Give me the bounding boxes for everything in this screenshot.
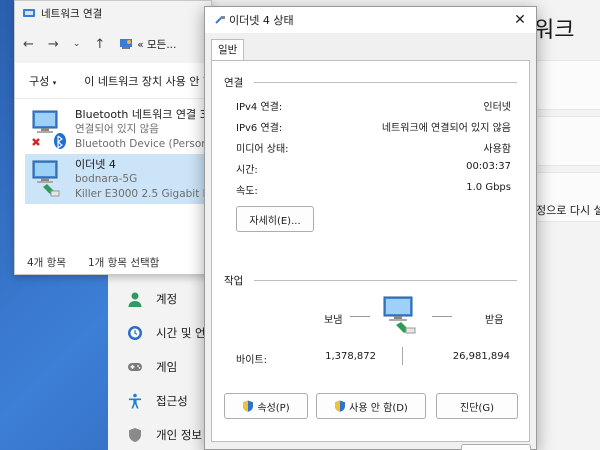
sent-line <box>350 316 370 317</box>
ipv6-label: IPv6 연결: <box>236 123 283 134</box>
nav-item-label: 접근성 <box>156 394 188 408</box>
bytes-sent: 1,378,872 <box>325 351 376 362</box>
duration-label: 시간: <box>236 165 258 176</box>
close-button[interactable] <box>461 444 531 450</box>
uac-shield-icon <box>243 400 254 412</box>
list-item[interactable]: 이더넷 4 bodnara-5G Killer E3000 2.5 Gigabi… <box>25 154 211 204</box>
speed-value: 1.0 Gbps <box>466 182 511 193</box>
control-panel-icon <box>120 39 133 49</box>
nav-item-accessibility[interactable]: 접근성 <box>108 384 208 418</box>
ipv4-row: IPv4 연결: 인터넷 <box>236 98 511 113</box>
explorer-title: 네트워크 연결 <box>41 7 103 20</box>
nav-item-privacy[interactable]: 개인 정보 <box>108 418 208 450</box>
connection-status: 연결되어 있지 않음 <box>75 123 159 135</box>
speed-row: 속도: 1.0 Gbps <box>236 182 511 197</box>
connection-list: Bluetooth 네트워크 연결 3 연결되어 있지 않음 Bluetooth… <box>15 99 211 249</box>
ethernet-status-dialog: 이더넷 4 상태 ✕ 일반 연결 IPv4 연결: 인터넷 IPv6 연결: 네… <box>204 6 537 450</box>
diagnose-button[interactable]: 진단(G) <box>436 393 518 419</box>
network-activity-icon <box>380 295 424 335</box>
network-folder-icon <box>23 9 35 17</box>
duration-value: 00:03:37 <box>466 161 511 172</box>
duration-row: 시간: 00:03:37 <box>236 161 511 176</box>
tab-general[interactable]: 일반 <box>211 39 245 61</box>
media-state-value: 사용함 <box>483 144 511 155</box>
network-cable-icon <box>215 16 225 24</box>
network-connections-window: 네트워크 연결 ← → ⌄ ↑ « 모든... 구성 ▾ 이 네트워크 장치 사… <box>14 0 212 275</box>
bytes-label: 바이트: <box>236 355 267 366</box>
account-icon <box>126 290 144 308</box>
nav-item-label: 개인 정보 <box>156 428 202 442</box>
ethernet-network-icon <box>29 157 67 201</box>
connection-name: 이더넷 4 <box>75 158 116 171</box>
up-arrow-icon[interactable]: ↑ <box>94 37 105 52</box>
clock-globe-icon <box>126 324 144 342</box>
explorer-status-bar: 4개 항목 1개 항목 선택함 <box>15 250 211 274</box>
activity-group-title: 작업 <box>224 275 244 287</box>
bluetooth-network-icon <box>29 107 67 151</box>
nav-item-account[interactable]: 계정 <box>108 282 208 316</box>
address-bar[interactable]: « 모든... <box>119 37 176 52</box>
nav-item-time-language[interactable]: 시간 및 언 <box>108 316 208 350</box>
dialog-titlebar[interactable]: 이더넷 4 상태 <box>205 7 536 33</box>
bytes-received: 26,981,894 <box>452 351 510 362</box>
ipv6-value: 네트워크에 연결되어 있지 않음 <box>381 123 511 134</box>
settings-nav: 계정 시간 및 언 게임 접근성 개인 정보 <box>108 282 208 450</box>
disable-label: 사용 안 함(D) <box>349 402 408 414</box>
forward-arrow-icon[interactable]: → <box>48 37 59 52</box>
tab-strip: 일반 <box>205 33 536 61</box>
sent-label: 보냄 <box>324 315 343 326</box>
group-divider <box>254 82 517 83</box>
dialog-title: 이더넷 4 상태 <box>229 14 294 27</box>
connection-status: bodnara-5G <box>75 173 138 185</box>
chevron-down-icon: ▾ <box>52 78 57 87</box>
properties-button[interactable]: 속성(P) <box>224 393 308 419</box>
nav-item-label: 게임 <box>156 360 178 374</box>
list-item[interactable]: Bluetooth 네트워크 연결 3 연결되어 있지 않음 Bluetooth… <box>25 104 211 154</box>
gamepad-icon <box>126 358 144 376</box>
ipv6-row: IPv6 연결: 네트워크에 연결되어 있지 않음 <box>236 119 511 134</box>
connection-device: Bluetooth Device (Personal Ar <box>75 138 211 150</box>
disable-button[interactable]: 사용 안 함(D) <box>316 393 426 419</box>
explorer-titlebar[interactable]: 네트워크 연결 <box>15 1 211 25</box>
organize-label: 구성 <box>29 74 50 88</box>
media-state-row: 미디어 상태: 사용함 <box>236 140 511 155</box>
ipv4-value: 인터넷 <box>483 102 511 113</box>
close-icon[interactable]: ✕ <box>510 11 530 29</box>
nav-item-label: 계정 <box>156 292 178 306</box>
explorer-nav-bar: ← → ⌄ ↑ « 모든... <box>15 25 211 63</box>
disable-device-button[interactable]: 이 네트워크 장치 사용 안 함 <box>84 73 211 89</box>
received-line <box>432 316 452 317</box>
selected-count: 1개 항목 선택함 <box>88 256 160 269</box>
general-panel: 연결 IPv4 연결: 인터넷 IPv6 연결: 네트워크에 연결되어 있지 않… <box>211 60 530 442</box>
details-button[interactable]: 자세히(E)... <box>236 206 314 232</box>
address-path: « 모든... <box>137 38 177 51</box>
group-divider <box>254 280 517 281</box>
item-count: 4개 항목 <box>27 256 66 269</box>
settings-card-text: 정으로 다시 설 <box>536 204 600 217</box>
explorer-command-bar: 구성 ▾ 이 네트워크 장치 사용 안 함 <box>15 63 211 99</box>
settings-card[interactable] <box>534 60 600 110</box>
nav-item-label: 시간 및 언 <box>156 326 206 340</box>
back-arrow-icon[interactable]: ← <box>23 37 34 52</box>
settings-page-title: 워크 <box>534 18 575 43</box>
bytes-divider <box>402 347 403 365</box>
nav-item-gaming[interactable]: 게임 <box>108 350 208 384</box>
speed-label: 속도: <box>236 186 258 197</box>
organize-button[interactable]: 구성 ▾ <box>29 73 56 89</box>
connection-device: Killer E3000 2.5 Gigabit Ether <box>75 188 211 200</box>
chevron-down-icon[interactable]: ⌄ <box>73 39 81 49</box>
received-label: 받음 <box>485 315 504 326</box>
accessibility-icon <box>126 392 144 410</box>
ipv4-label: IPv4 연결: <box>236 102 283 113</box>
settings-card[interactable] <box>534 116 600 166</box>
shield-icon <box>126 426 144 444</box>
uac-shield-icon <box>335 400 346 412</box>
properties-label: 속성(P) <box>257 402 290 414</box>
media-state-label: 미디어 상태: <box>236 144 289 155</box>
connection-name: Bluetooth 네트워크 연결 3 <box>75 108 207 121</box>
connection-group-title: 연결 <box>224 77 244 89</box>
